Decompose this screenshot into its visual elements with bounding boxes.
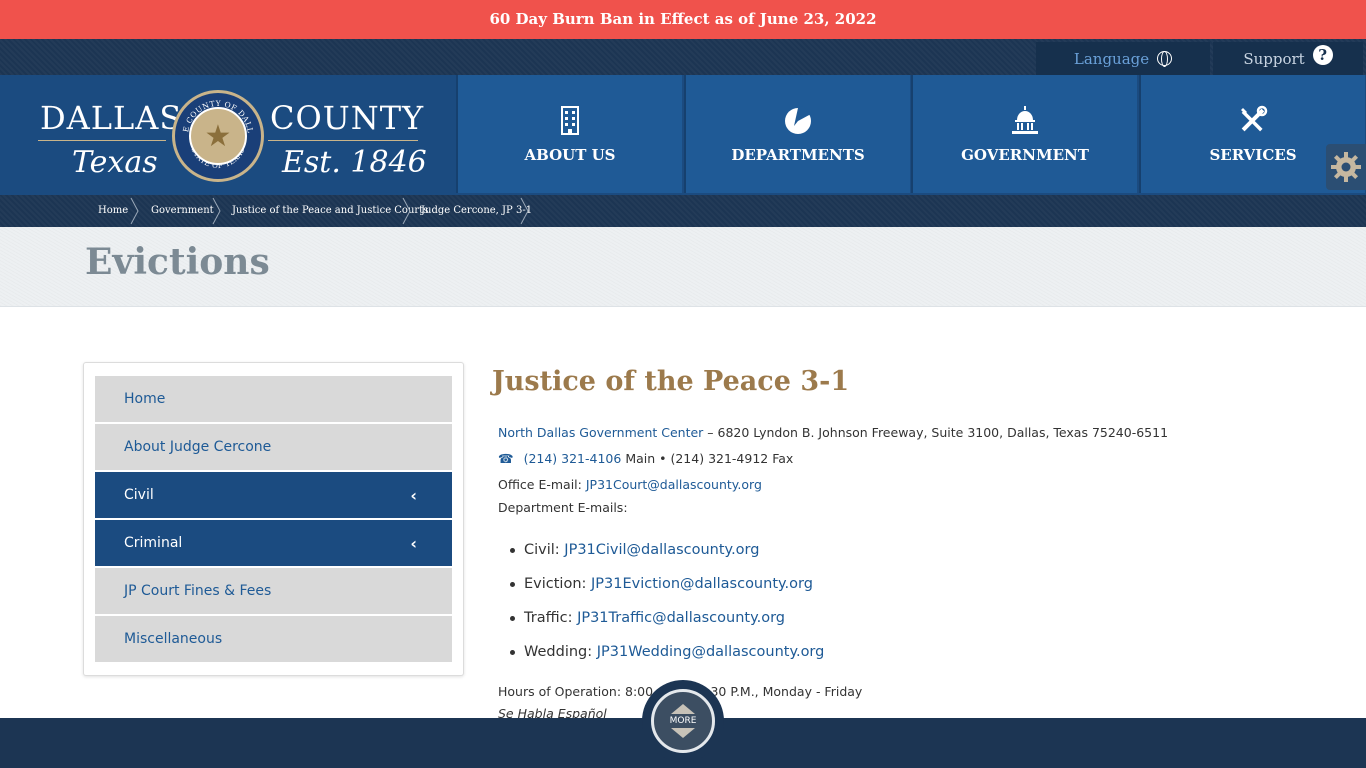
language-button[interactable]: Language (1036, 42, 1210, 75)
support-label: Support (1243, 49, 1305, 68)
email-wedding-link[interactable]: JP31Wedding@dallascounty.org (597, 644, 825, 660)
logo-rule-right (268, 140, 418, 141)
email-eviction-link[interactable]: JP31Eviction@dallascounty.org (591, 576, 813, 592)
logo-county: COUNTY (270, 99, 425, 137)
sidebar-item-fines-fees[interactable]: JP Court Fines & Fees (95, 568, 452, 615)
dallas-county-logo[interactable]: DALLAS COUNTY Texas Est. 1846 THE COUNTY… (0, 75, 456, 195)
logo-texas: Texas (72, 145, 158, 180)
email-label: Traffic: (524, 610, 578, 626)
address-line: North Dallas Government Center – 6820 Ly… (498, 425, 1168, 440)
page-title: Evictions (85, 241, 270, 283)
sidebar-item-about-judge[interactable]: About Judge Cercone (95, 424, 452, 471)
more-label: MORE (669, 716, 697, 726)
list-item: Traffic: JP31Traffic@dallascounty.org (509, 606, 824, 640)
chevron-down-icon (671, 728, 695, 738)
sidebar-item-label: Criminal (124, 535, 183, 551)
site-header: DALLAS COUNTY Texas Est. 1846 THE COUNTY… (0, 75, 1366, 195)
seal-star: ★ (189, 107, 247, 165)
dept-email-list: Civil: JP31Civil@dallascounty.org Evicti… (509, 538, 825, 674)
breadcrumb: Home Government Justice of the Peace and… (0, 195, 1366, 227)
logo-est: Est. 1846 (282, 145, 427, 180)
breadcrumb-government[interactable]: Government (151, 195, 214, 227)
phone-main-link[interactable]: (214) 321-4106 (524, 451, 622, 466)
office-email-line: Office E-mail: JP31Court@dallascounty.or… (498, 477, 762, 492)
alert-banner[interactable]: 60 Day Burn Ban in Effect as of June 23,… (0, 0, 1366, 39)
chevron-left-icon: ‹ (410, 534, 417, 553)
breadcrumb-judge-cercone[interactable]: Judge Cercone, JP 3-1 (421, 195, 532, 227)
phone-suffix: Main • (214) 321-4912 Fax (621, 451, 794, 466)
breadcrumb-chevron-icon (130, 197, 139, 225)
nav-label: DEPARTMENTS (731, 146, 865, 164)
settings-tab[interactable] (1326, 144, 1366, 190)
dept-emails-label: Department E-mails: (498, 500, 628, 515)
list-item: Eviction: JP31Eviction@dallascounty.org (509, 572, 824, 606)
support-button[interactable]: Support ? (1213, 42, 1363, 75)
logo-rule-left (38, 140, 166, 141)
nav-label: GOVERNMENT (961, 146, 1089, 164)
sidebar-item-label: About Judge Cercone (124, 439, 272, 455)
list-item: Wedding: JP31Wedding@dallascounty.org (509, 640, 825, 674)
email-civil-link[interactable]: JP31Civil@dallascounty.org (564, 542, 759, 558)
utility-bar: Language Support ? (0, 39, 1366, 75)
globe-icon (1157, 51, 1173, 67)
language-label: Language (1073, 49, 1150, 68)
sidebar-item-criminal[interactable]: Criminal ‹ (95, 520, 452, 567)
sidebar-item-miscellaneous[interactable]: Miscellaneous (95, 616, 452, 663)
phone-icon: ☎ (498, 451, 514, 466)
content-heading: Justice of the Peace 3-1 (492, 366, 850, 397)
sidebar-item-civil[interactable]: Civil ‹ (95, 472, 452, 519)
sidebar-item-label: Civil (124, 487, 154, 503)
nav-label: SERVICES (1209, 146, 1297, 164)
tools-icon (1241, 105, 1268, 132)
nav-departments[interactable]: DEPARTMENTS (684, 75, 910, 193)
sidebar-item-label: Miscellaneous (124, 631, 223, 647)
county-seal-icon: THE COUNTY OF DALLAS STATE OF TEXAS ★ (172, 90, 264, 182)
pie-chart-icon (785, 106, 811, 134)
capitol-icon (1012, 106, 1038, 134)
sidebar-item-home[interactable]: Home (95, 376, 452, 423)
email-label: Civil: (524, 542, 565, 558)
breadcrumb-justice-courts[interactable]: Justice of the Peace and Justice Courts (232, 195, 428, 227)
email-label: Eviction: (524, 576, 592, 592)
breadcrumb-chevron-icon (520, 197, 529, 225)
location-link[interactable]: North Dallas Government Center (498, 425, 703, 440)
sidebar-menu: Home About Judge Cercone Civil ‹ Crimina… (83, 362, 464, 676)
chevron-up-icon (671, 704, 695, 714)
sidebar-item-label: Home (124, 391, 166, 407)
email-label: Wedding: (524, 644, 597, 660)
breadcrumb-chevron-icon (212, 197, 221, 225)
gear-icon (1331, 152, 1361, 182)
phone-line: ☎ (214) 321-4106 Main • (214) 321-4912 F… (498, 451, 793, 466)
nav-label: ABOUT US (524, 146, 616, 164)
nav-government[interactable]: GOVERNMENT (911, 75, 1137, 193)
office-email-label: Office E-mail: (498, 477, 586, 492)
breadcrumb-home[interactable]: Home (98, 195, 128, 227)
breadcrumb-chevron-icon (402, 197, 411, 225)
office-email-link[interactable]: JP31Court@dallascounty.org (586, 477, 762, 492)
page-title-bar: Evictions (0, 227, 1366, 307)
nav-about-us[interactable]: ABOUT US (456, 75, 682, 193)
address-text: – 6820 Lyndon B. Johnson Freeway, Suite … (703, 425, 1169, 440)
more-ring: MORE (651, 689, 715, 753)
email-traffic-link[interactable]: JP31Traffic@dallascounty.org (577, 610, 785, 626)
logo-dallas: DALLAS (40, 99, 183, 137)
sidebar-item-label: JP Court Fines & Fees (124, 583, 272, 599)
question-icon: ? (1312, 44, 1333, 65)
list-item: Civil: JP31Civil@dallascounty.org (509, 538, 824, 572)
more-button[interactable]: MORE (642, 680, 724, 762)
building-icon (561, 106, 579, 135)
chevron-left-icon: ‹ (410, 486, 417, 505)
